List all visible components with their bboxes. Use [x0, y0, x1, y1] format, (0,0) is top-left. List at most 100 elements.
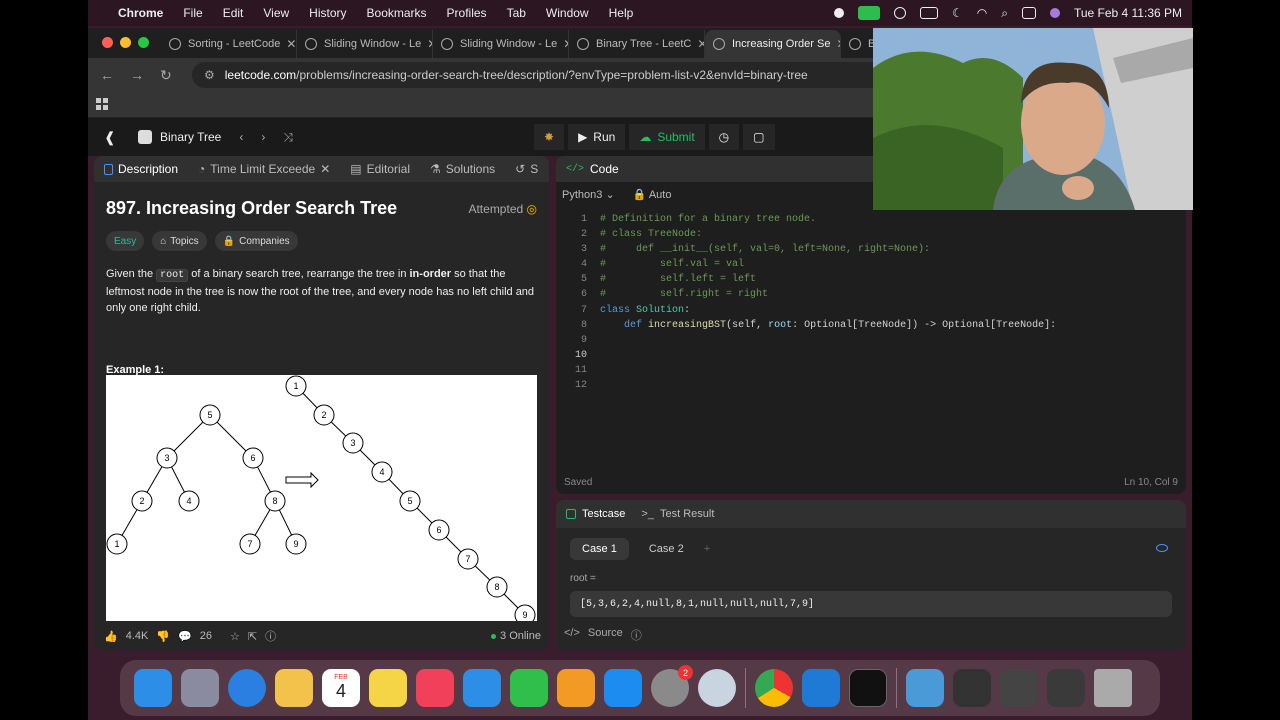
code-line: 8 def increasingBST(self, root: Optional…: [556, 318, 1056, 333]
share-icon[interactable]: ⇱: [248, 630, 257, 643]
next-problem-icon[interactable]: ›: [261, 130, 265, 144]
close-tab-icon[interactable]: ✕: [421, 37, 432, 51]
menu-tab[interactable]: Tab: [507, 6, 526, 20]
minimize-window-button[interactable]: [120, 37, 131, 48]
menu-edit[interactable]: Edit: [223, 6, 244, 20]
close-tab-icon[interactable]: ✕: [320, 162, 330, 176]
system-settings-icon[interactable]: 2: [651, 665, 693, 707]
maximize-icon[interactable]: ⛶: [548, 162, 549, 177]
menu-file[interactable]: File: [183, 6, 202, 20]
pages-icon[interactable]: [557, 669, 595, 707]
vscode-icon[interactable]: [802, 669, 840, 707]
safari-icon[interactable]: [228, 669, 266, 707]
line-number: 11: [574, 364, 587, 376]
forward-icon[interactable]: →: [130, 67, 148, 83]
browser-tab[interactable]: Binary Tree - LeetC✕: [569, 30, 705, 58]
timer-icon[interactable]: ◷: [708, 124, 740, 150]
star-icon[interactable]: ☆: [230, 630, 240, 643]
close-tab-icon[interactable]: ✕: [280, 37, 296, 51]
difficulty-badge[interactable]: Easy: [106, 231, 145, 251]
play-icon[interactable]: [893, 7, 906, 19]
menu-help[interactable]: Help: [609, 6, 634, 20]
close-window-button[interactable]: [102, 37, 113, 48]
add-case-icon[interactable]: +: [704, 543, 710, 555]
help-icon[interactable]: ⓘ: [265, 628, 276, 644]
tab-editorial[interactable]: ▤ Editorial: [340, 162, 420, 176]
control-center-icon[interactable]: [1021, 7, 1036, 19]
numbers-icon[interactable]: [510, 669, 548, 707]
tab-submissions[interactable]: ↺ S: [505, 162, 548, 176]
leetcode-logo-icon[interactable]: ❰: [104, 129, 124, 146]
menu-window[interactable]: Window: [546, 6, 589, 20]
source-link[interactable]: </> Source ⓘ: [564, 627, 642, 643]
search-icon[interactable]: ⌕: [1001, 6, 1008, 21]
zoom-window-button[interactable]: [138, 37, 149, 48]
close-tab-icon[interactable]: ✕: [557, 37, 568, 51]
back-icon[interactable]: ←: [100, 67, 118, 83]
menu-bookmarks[interactable]: Bookmarks: [367, 6, 427, 20]
menu-view[interactable]: View: [263, 6, 289, 20]
notes-icon[interactable]: ▢: [743, 124, 775, 150]
calendar-icon[interactable]: FEB 4: [322, 669, 360, 707]
language-select[interactable]: Python3 ⌄: [562, 188, 615, 201]
window-thumbnail-icon[interactable]: [953, 669, 991, 707]
close-tab-icon[interactable]: ✕: [691, 37, 704, 51]
menu-app-name[interactable]: Chrome: [118, 6, 163, 20]
browser-tab[interactable]: Sliding Window - Le✕: [297, 30, 433, 58]
site-settings-icon[interactable]: ⚙: [204, 68, 215, 82]
shuffle-icon[interactable]: ⤨: [283, 130, 293, 145]
comment-icon[interactable]: 💬: [178, 630, 192, 643]
chrome-icon[interactable]: [755, 669, 793, 707]
terminal-icon[interactable]: [849, 669, 887, 707]
siri-icon[interactable]: [1049, 8, 1060, 18]
browser-tab-active[interactable]: Increasing Order Se✕: [705, 30, 841, 58]
tree-node-label: 5: [207, 410, 212, 420]
downloads-folder-icon[interactable]: [906, 669, 944, 707]
clock[interactable]: Tue Feb 4 11:36 PM: [1074, 6, 1182, 20]
browser-tab[interactable]: Sliding Window - Le✕: [433, 30, 569, 58]
dislike-icon[interactable]: 👎: [156, 630, 170, 643]
case-1-tab[interactable]: Case 1: [570, 538, 629, 560]
run-button[interactable]: ▶ Run: [568, 124, 626, 150]
quicktime-icon[interactable]: [698, 669, 736, 707]
battery-icon[interactable]: [919, 7, 938, 19]
submit-button[interactable]: ☁ Submit: [629, 124, 705, 150]
debug-icon[interactable]: ✸: [534, 124, 565, 150]
record-icon[interactable]: [833, 8, 844, 18]
auto-mode[interactable]: 🔒 Auto: [633, 188, 672, 201]
param-input[interactable]: [5,3,6,2,4,null,8,1,null,null,null,7,9]: [570, 591, 1172, 617]
apps-grid-icon[interactable]: [96, 98, 108, 110]
notes-icon[interactable]: [369, 669, 407, 707]
topics-tag[interactable]: ⌂ Topics: [152, 231, 207, 251]
tab-time-limit[interactable]: ◔ Time Limit Exceede ✕: [188, 162, 340, 176]
facetime-indicator-icon[interactable]: [857, 6, 880, 20]
keynote-icon[interactable]: [463, 669, 501, 707]
tab-solutions[interactable]: ⚗ Solutions: [420, 162, 505, 176]
companies-tag[interactable]: 🔒 Companies: [214, 231, 298, 251]
app-store-icon[interactable]: [604, 669, 642, 707]
problem-list-title[interactable]: Binary Tree: [138, 130, 221, 144]
moon-icon[interactable]: ☾: [952, 6, 963, 20]
tab-testcase[interactable]: Testcase: [566, 508, 625, 520]
trash-icon[interactable]: [1094, 669, 1132, 707]
menu-profiles[interactable]: Profiles: [447, 6, 487, 20]
eye-icon[interactable]: [1156, 544, 1168, 552]
photos-icon[interactable]: [275, 669, 313, 707]
menu-history[interactable]: History: [309, 6, 346, 20]
tab-description[interactable]: Description: [94, 162, 188, 176]
news-icon[interactable]: [416, 669, 454, 707]
case-2-tab[interactable]: Case 2: [637, 538, 696, 560]
tab-test-result[interactable]: >_ Test Result: [641, 508, 714, 520]
close-tab-icon[interactable]: ✕: [830, 37, 840, 51]
like-icon[interactable]: 👍: [104, 630, 118, 643]
prev-problem-icon[interactable]: ‹: [239, 130, 243, 144]
launchpad-icon[interactable]: [181, 669, 219, 707]
browser-tab[interactable]: Sorting - LeetCode ✕: [161, 30, 297, 58]
reload-icon[interactable]: ↻: [160, 67, 178, 84]
wifi-icon[interactable]: ◠: [977, 6, 987, 20]
finder-icon[interactable]: [134, 669, 172, 707]
address-bar[interactable]: ⚙ leetcode.com/problems/increasing-order…: [192, 62, 952, 88]
window-thumbnail-icon[interactable]: [1047, 669, 1085, 707]
code-editor[interactable]: 1 # Definition for a binary tree node. 2 #…: [556, 212, 1056, 393]
window-thumbnail-icon[interactable]: [1000, 669, 1038, 707]
